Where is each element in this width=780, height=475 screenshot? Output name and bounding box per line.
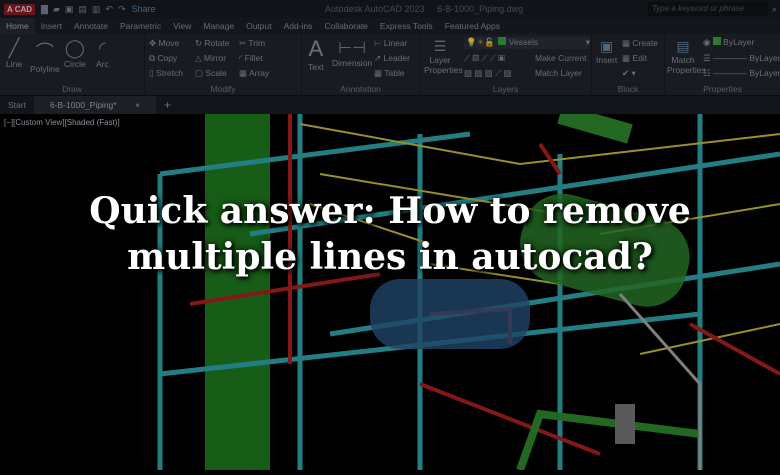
polyline-button[interactable]: ⌒ Polyline — [30, 38, 60, 74]
undo-icon[interactable]: ↶ — [105, 4, 113, 15]
create-block-button[interactable]: ▦ Create — [622, 38, 658, 49]
title-bar: A CAD ▇ ▰ ▣ ▤ ▥ ↶ ↷ Share Autodesk AutoCAD 202… — [0, 0, 780, 18]
layer-tools-row1[interactable]: ⟋ ▨ ⟋ ⟋ ▣ — [464, 53, 505, 64]
arc-button[interactable]: ◜ Arc — [96, 38, 109, 69]
text-button[interactable]: A Text — [308, 36, 324, 72]
drawing-tab-label: 6-B-1000_Piping* — [49, 100, 117, 110]
fillet-button[interactable]: ◜ Fillet — [239, 53, 263, 64]
annotation-panel: A Text ⊢⊣ Dimension ⊢ Linear ↗ Leader ▦ Ta… — [302, 34, 420, 96]
block-attributes-icon[interactable]: ✔ ▾ — [622, 68, 636, 79]
block-panel-label[interactable]: Block — [592, 84, 664, 94]
layer-color-swatch — [497, 37, 506, 45]
properties-panel: ▤ Match Properties ◉ ByLayer ☰ ———— ByLay… — [665, 34, 780, 96]
leader-button[interactable]: ↗ Leader — [374, 53, 410, 64]
scale-button[interactable]: ▢ Scale — [195, 68, 227, 79]
tab-output[interactable]: Output — [240, 21, 278, 31]
table-button[interactable]: ▦ Table — [374, 68, 405, 79]
drawing-viewport[interactable]: [−][Custom View][Shaded (Fast)] — [0, 104, 780, 472]
layers-panel: ☰ Layer Properties 💡☀🔓 Vessels ▾ ⟋ ▨ ⟋ ⟋ ▣ … — [420, 34, 592, 96]
circle-button[interactable]: ◯ Circle — [64, 38, 86, 69]
saveas-icon[interactable]: ▤ — [78, 4, 87, 15]
lineweight-dropdown[interactable]: ☷ ———— ByLayer — [703, 68, 780, 79]
quick-access-toolbar: ▇ ▰ ▣ ▤ ▥ ↶ ↷ — [41, 4, 125, 15]
open-icon[interactable]: ▰ — [53, 4, 60, 15]
tab-annotate[interactable]: Annotate — [68, 21, 114, 31]
viewport-controls[interactable]: [−][Custom View][Shaded (Fast)] — [4, 118, 120, 127]
properties-panel-label[interactable]: Properties — [665, 84, 780, 94]
share-button[interactable]: Share — [132, 4, 156, 14]
tab-view[interactable]: View — [167, 21, 197, 31]
ribbon: ╱ Line ⌒ Polyline ◯ Circle ◜ Arc Draw ✥ Move… — [0, 34, 780, 96]
search-input[interactable]: Type a keyword or phrase — [648, 2, 768, 16]
tab-addins[interactable]: Add-ins — [278, 21, 319, 31]
move-button[interactable]: ✥ Move — [149, 38, 179, 49]
search-icon[interactable]: ⌕ — [772, 4, 777, 15]
draw-panel-label[interactable]: Draw — [0, 84, 144, 94]
make-current-button[interactable]: Make Current — [535, 53, 587, 63]
save-icon[interactable]: ▣ — [65, 4, 74, 15]
layer-dropdown[interactable]: 💡☀🔓 Vessels ▾ — [464, 37, 590, 49]
copy-button[interactable]: ⧉ Copy — [149, 53, 177, 64]
article-headline: Quick answer: How to remove multiple lin… — [0, 188, 780, 280]
linetype-dropdown[interactable]: ☰ ———— ByLayer — [703, 53, 780, 64]
piping-3d-model — [157, 104, 780, 472]
new-tab-button[interactable]: + — [156, 98, 179, 112]
tab-express-tools[interactable]: Express Tools — [374, 21, 439, 31]
close-tab-icon[interactable]: × — [127, 100, 148, 110]
tab-manage[interactable]: Manage — [197, 21, 240, 31]
layers-panel-label[interactable]: Layers — [420, 84, 591, 94]
line-button[interactable]: ╱ Line — [6, 38, 22, 69]
mirror-button[interactable]: △ Mirror — [195, 53, 226, 64]
color-dropdown[interactable]: ◉ ByLayer — [703, 37, 754, 48]
plot-icon[interactable]: ▥ — [92, 4, 101, 15]
drawing-tab[interactable]: 6-B-1000_Piping* × — [33, 96, 156, 114]
tab-collaborate[interactable]: Collaborate — [318, 21, 373, 31]
redo-icon[interactable]: ↷ — [118, 4, 126, 15]
layer-tools-row2[interactable]: ▨ ▨ ▨ ⟋ ▨ — [464, 68, 512, 79]
layer-properties-button[interactable]: ☰ Layer Properties — [424, 38, 463, 75]
draw-panel: ╱ Line ⌒ Polyline ◯ Circle ◜ Arc Draw — [0, 34, 145, 96]
ribbon-tabs: Home Insert Annotate Parametric View Man… — [0, 18, 780, 34]
tab-featured-apps[interactable]: Featured Apps — [439, 21, 506, 31]
app-title: Autodesk AutoCAD 2023 6-B-1000_Piping.dw… — [325, 4, 524, 14]
modify-panel: ✥ Move ↻ Rotate ✂ Trim ⧉ Copy △ Mirror ◜… — [145, 34, 302, 96]
match-properties-button[interactable]: ▤ Match Properties — [667, 38, 706, 75]
stretch-button[interactable]: ▯ Stretch — [149, 68, 183, 79]
edit-block-button[interactable]: ▦ Edit — [622, 53, 647, 64]
start-tab[interactable]: Start — [0, 100, 34, 110]
linear-button[interactable]: ⊢ Linear — [374, 38, 407, 49]
tab-home[interactable]: Home — [0, 18, 35, 34]
document-tabs: Start 6-B-1000_Piping* × + — [0, 96, 780, 114]
insert-button[interactable]: ▣ Insert — [596, 38, 617, 65]
trim-button[interactable]: ✂ Trim — [239, 38, 265, 49]
headline-line-2: multiple lines in autocad? — [127, 236, 653, 278]
autocad-logo[interactable]: A CAD — [4, 3, 36, 15]
tab-parametric[interactable]: Parametric — [114, 21, 167, 31]
array-button[interactable]: ▦ Array — [239, 68, 269, 79]
headline-line-1: Quick answer: How to remove — [89, 190, 691, 232]
tab-insert[interactable]: Insert — [35, 21, 68, 31]
new-icon[interactable]: ▇ — [41, 4, 48, 15]
block-panel: ▣ Insert ▦ Create ▦ Edit ✔ ▾ Block — [592, 34, 665, 96]
rotate-button[interactable]: ↻ Rotate — [195, 38, 230, 49]
modify-panel-label[interactable]: Modify — [145, 84, 301, 94]
dimension-button[interactable]: ⊢⊣ Dimension — [332, 38, 372, 68]
annotation-panel-label[interactable]: Annotation — [302, 84, 419, 94]
match-layer-button[interactable]: Match Layer — [535, 68, 582, 78]
